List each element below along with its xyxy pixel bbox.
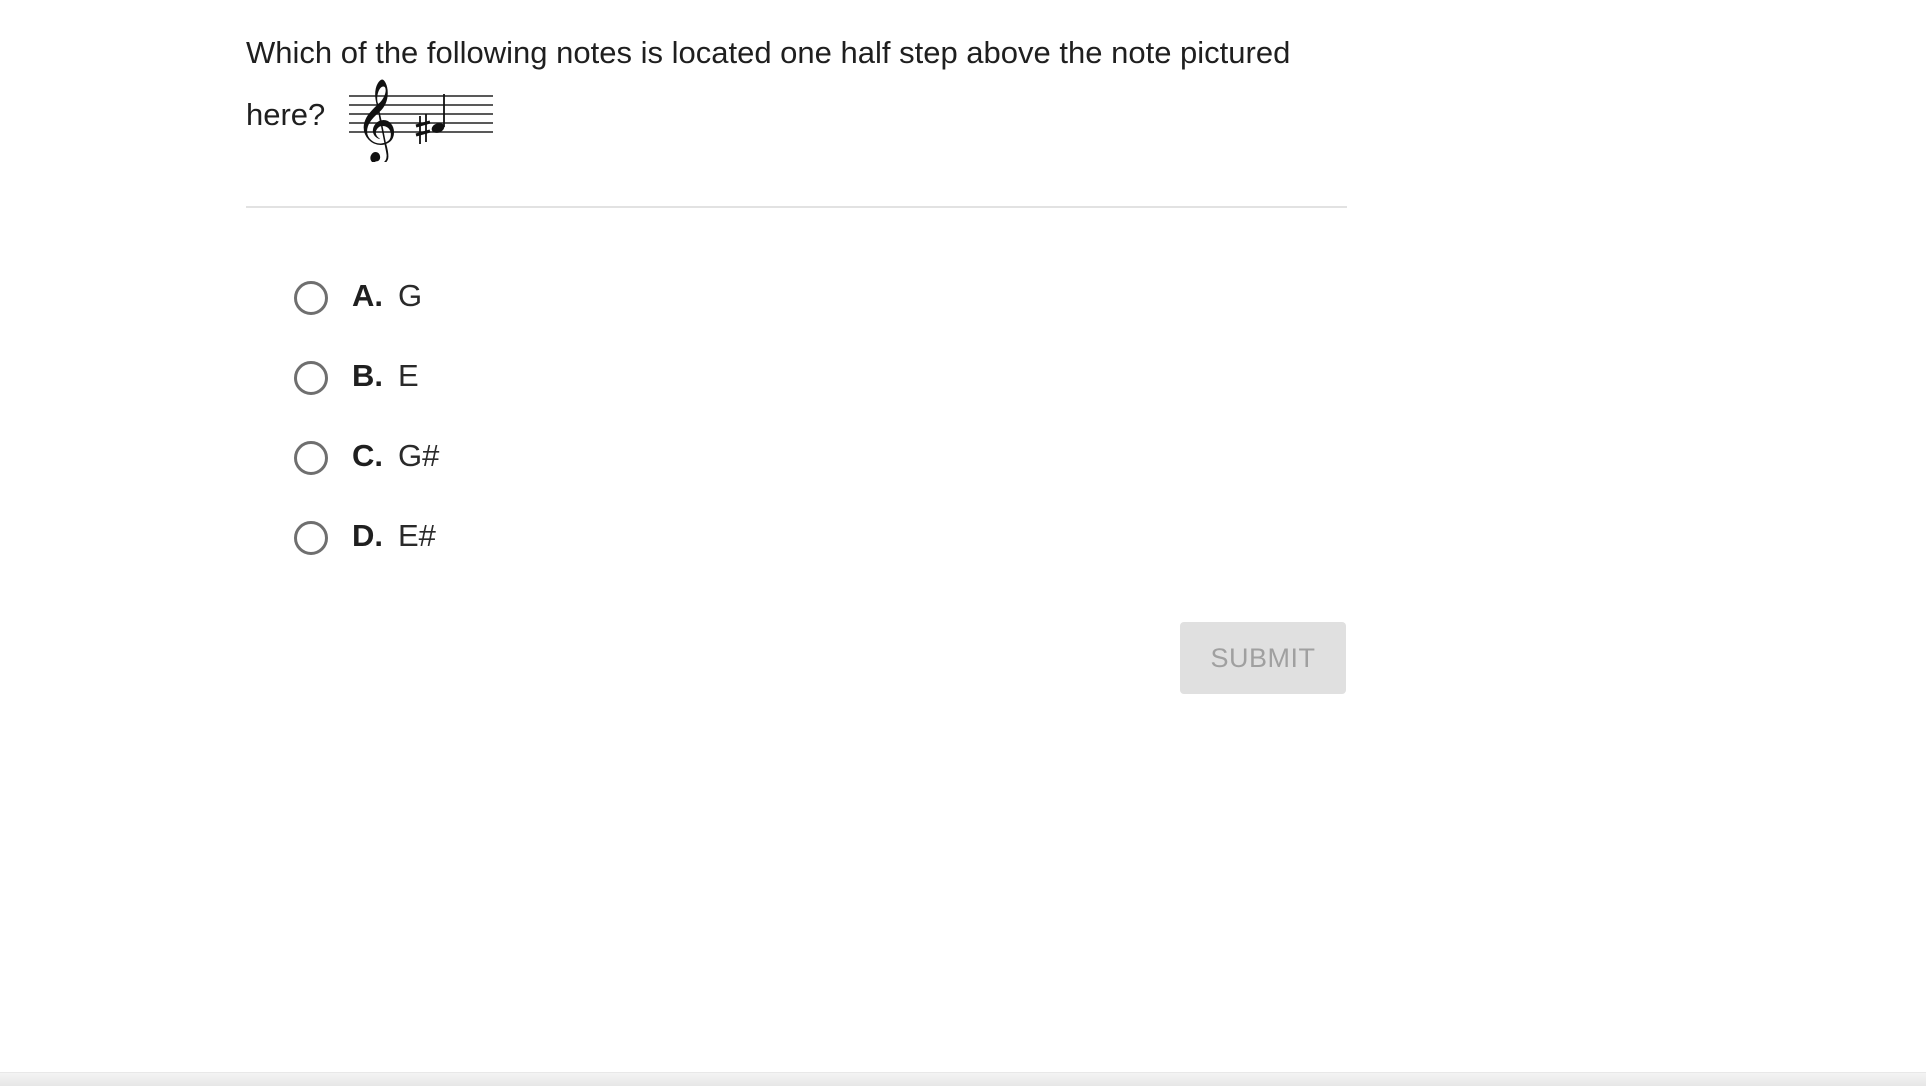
choice-letter: D.	[352, 518, 383, 553]
choice-text: G	[398, 278, 423, 313]
question-page: Which of the following notes is located …	[0, 0, 1926, 1086]
submit-button[interactable]: SUBMIT	[1180, 622, 1346, 694]
choice-letter: C.	[352, 438, 383, 473]
choice-b[interactable]: B. E	[294, 336, 439, 416]
divider	[246, 206, 1347, 208]
choice-letter: A.	[352, 278, 383, 313]
treble-clef-icon: 𝄞	[355, 77, 398, 162]
question-text-line2: here?	[246, 97, 326, 132]
radio-button-icon[interactable]	[294, 441, 328, 475]
bottom-scrollbar-edge	[0, 1072, 1926, 1086]
choice-letter: B.	[352, 358, 383, 393]
question-text-line2-row: here? 𝄞	[246, 77, 1346, 162]
question-prompt: Which of the following notes is located …	[246, 22, 1346, 162]
choice-c[interactable]: C. G#	[294, 416, 439, 496]
choice-a[interactable]: A. G	[294, 256, 439, 336]
music-staff-image: 𝄞	[349, 77, 494, 162]
choice-text: E#	[398, 518, 436, 553]
question-text-line1: Which of the following notes is located …	[246, 35, 1291, 70]
radio-button-icon[interactable]	[294, 361, 328, 395]
choice-text: E	[398, 358, 419, 393]
answer-choices: A. G B. E C. G# D. E#	[294, 256, 439, 576]
choice-text: G#	[398, 438, 440, 473]
sharp-icon	[415, 114, 431, 144]
choice-d[interactable]: D. E#	[294, 496, 439, 576]
radio-button-icon[interactable]	[294, 521, 328, 555]
radio-button-icon[interactable]	[294, 281, 328, 315]
